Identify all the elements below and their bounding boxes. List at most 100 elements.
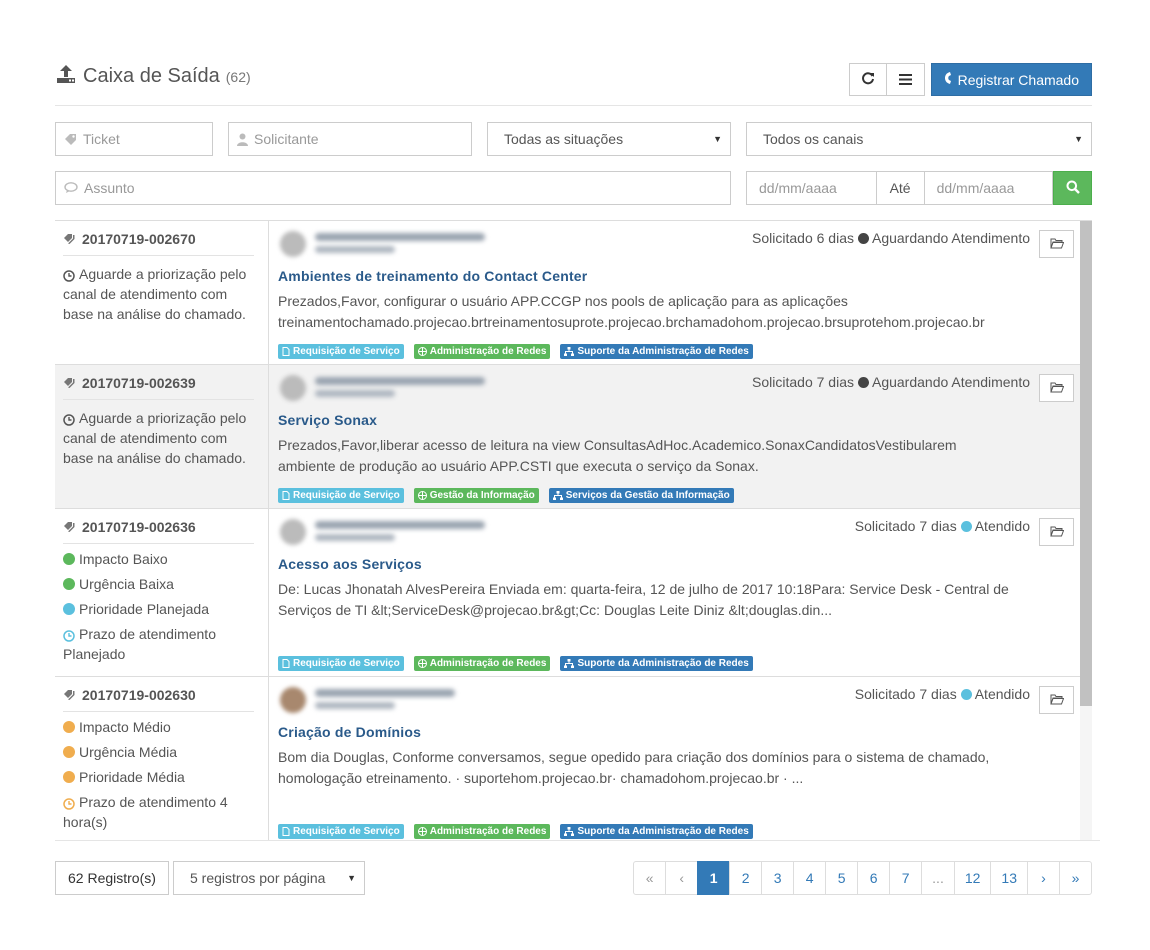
page-last[interactable]: » <box>1059 861 1092 895</box>
tags-icon <box>63 521 77 533</box>
ticket-subject[interactable]: Serviço Sonax <box>278 412 377 428</box>
solicitante-placeholder: Solicitante <box>254 131 319 147</box>
ticket-meta: 20170719-002670 Aguarde a priorização pe… <box>55 221 269 364</box>
ticket-description: De: Lucas Jhonatah AlvesPereira Enviada … <box>278 581 1009 618</box>
page-prev[interactable]: ‹ <box>665 861 699 895</box>
ticket-subject[interactable]: Acesso aos Serviços <box>278 556 422 572</box>
page-title: Caixa de Saída (62) <box>55 60 251 88</box>
requester-avatar <box>280 519 306 545</box>
ticket-row[interactable]: 20170719-002630 Impacto Médio Urgência M… <box>55 677 1080 840</box>
label-service-request: Requisição de Serviço <box>278 344 404 359</box>
page-first[interactable]: « <box>633 861 667 895</box>
upload-icon <box>55 63 77 85</box>
ticket-meta: 20170719-002630 Impacto Médio Urgência M… <box>55 677 269 840</box>
canal-select[interactable]: Todos os canais ▼ <box>746 122 1092 156</box>
ticket-row[interactable]: 20170719-002639 Aguarde a priorização pe… <box>55 365 1080 509</box>
file-icon <box>282 491 290 500</box>
ticket-row[interactable]: 20170719-002670 Aguarde a priorização pe… <box>55 221 1080 365</box>
ticket-status: Solicitado 7 dias Aguardando Atendimento <box>752 374 1030 390</box>
ticket-subject[interactable]: Ambientes de treinamento do Contact Cent… <box>278 268 587 284</box>
label-category: Administração de Redes <box>413 824 551 839</box>
ticket-id[interactable]: 20170719-002670 <box>63 231 254 256</box>
tag-icon <box>64 133 77 146</box>
ticket-id[interactable]: 20170719-002630 <box>63 687 254 712</box>
priority: Prioridade Média <box>63 767 260 787</box>
sitemap-icon <box>564 827 575 836</box>
requester-name-blurred <box>315 377 485 385</box>
page-13[interactable]: 13 <box>990 861 1028 895</box>
date-from-input[interactable]: dd/mm/aaaa <box>746 171 877 205</box>
priority-text: Prioridade Planejada <box>79 601 209 617</box>
date-to-placeholder: dd/mm/aaaa <box>936 180 1015 196</box>
ticket-subject[interactable]: Criação de Domínios <box>278 724 421 740</box>
label-text: Suporte da Administração de Redes <box>577 826 749 837</box>
page-ellipsis: ... <box>921 861 955 895</box>
folder-button[interactable] <box>1039 518 1074 546</box>
priority-dot <box>63 771 75 783</box>
urgency-dot <box>63 746 75 758</box>
clock-icon <box>63 414 75 426</box>
page-12[interactable]: 12 <box>953 861 992 895</box>
per-page-selected: 5 registros por página <box>190 870 326 886</box>
ticket-id[interactable]: 20170719-002636 <box>63 519 254 544</box>
refresh-button[interactable] <box>848 63 887 96</box>
label-subcategory: Suporte da Administração de Redes <box>560 824 753 839</box>
ticket-row[interactable]: 20170719-002636 Impacto Baixo Urgência B… <box>55 509 1080 677</box>
caret-down-icon: ▼ <box>1074 134 1083 144</box>
assunto-filter-input[interactable]: Assunto <box>55 171 731 205</box>
ticket-content: Solicitado 6 dias Aguardando Atendimento… <box>269 221 1080 364</box>
label-text: Requisição de Serviço <box>293 346 400 357</box>
list-divider <box>55 840 1100 841</box>
label-subcategory: Serviços da Gestão da Informação <box>548 488 734 503</box>
ticket-id-text: 20170719-002670 <box>82 231 196 247</box>
comment-icon <box>64 182 78 194</box>
ticket-labels: Requisição de Serviço Gestão da Informaç… <box>278 488 744 503</box>
requester-login-blurred <box>315 534 395 541</box>
clock-icon <box>63 798 75 810</box>
priority-note: Aguarde a priorização pelo canal de aten… <box>63 264 260 324</box>
page-4[interactable]: 4 <box>793 861 827 895</box>
label-text: Suporte da Administração de Redes <box>577 658 749 669</box>
clock-icon <box>63 630 75 642</box>
page-next[interactable]: › <box>1027 861 1060 895</box>
page-1[interactable]: 1 <box>697 861 731 895</box>
scrollbar-thumb[interactable] <box>1080 221 1092 706</box>
status-dot <box>857 376 869 388</box>
menu-button[interactable] <box>886 63 925 96</box>
priority-text: Prioridade Média <box>79 769 185 785</box>
folder-button[interactable] <box>1039 686 1074 714</box>
search-button[interactable] <box>1053 171 1092 205</box>
ticket-labels: Requisição de Serviço Administração de R… <box>278 344 763 359</box>
globe-icon <box>417 827 427 836</box>
tags-icon <box>63 377 77 389</box>
page-6[interactable]: 6 <box>857 861 891 895</box>
urgency-text: Urgência Média <box>79 744 178 760</box>
ticket-description: Prezados,Favor, configurar o usuário APP… <box>278 293 985 330</box>
solicitante-filter-input[interactable]: Solicitante <box>228 122 472 156</box>
folder-button[interactable] <box>1039 374 1074 402</box>
register-ticket-button[interactable]: Registrar Chamado <box>930 63 1092 96</box>
priority: Prioridade Planejada <box>63 599 260 619</box>
requester-login-blurred <box>315 702 395 709</box>
list-scrollbar[interactable] <box>1080 221 1092 840</box>
ticket-content: Solicitado 7 dias Aguardando Atendimento… <box>269 365 1080 508</box>
page-7[interactable]: 7 <box>889 861 923 895</box>
folder-button[interactable] <box>1039 230 1074 258</box>
page-5[interactable]: 5 <box>825 861 859 895</box>
requested-time: Solicitado 6 dias <box>752 230 854 246</box>
situacao-select[interactable]: Todas as situações ▼ <box>487 122 731 156</box>
ticket-filter-input[interactable]: Ticket <box>55 122 213 156</box>
label-text: Serviços da Gestão da Informação <box>565 490 730 501</box>
date-to-input[interactable]: dd/mm/aaaa <box>923 171 1054 205</box>
page-2[interactable]: 2 <box>729 861 763 895</box>
page-3[interactable]: 3 <box>761 861 795 895</box>
page-header: Caixa de Saída (62) Registrar Chamado <box>55 58 1092 106</box>
impact-dot <box>63 553 75 565</box>
urgency-text: Urgência Baixa <box>79 576 174 592</box>
refresh-icon <box>861 71 875 88</box>
impact: Impacto Baixo <box>63 549 260 569</box>
requester-name-blurred <box>315 689 455 697</box>
deadline-text: Prazo de atendimento 4 hora(s) <box>63 794 228 830</box>
per-page-select[interactable]: 5 registros por página ▼ <box>173 861 365 895</box>
ticket-id[interactable]: 20170719-002639 <box>63 375 254 400</box>
